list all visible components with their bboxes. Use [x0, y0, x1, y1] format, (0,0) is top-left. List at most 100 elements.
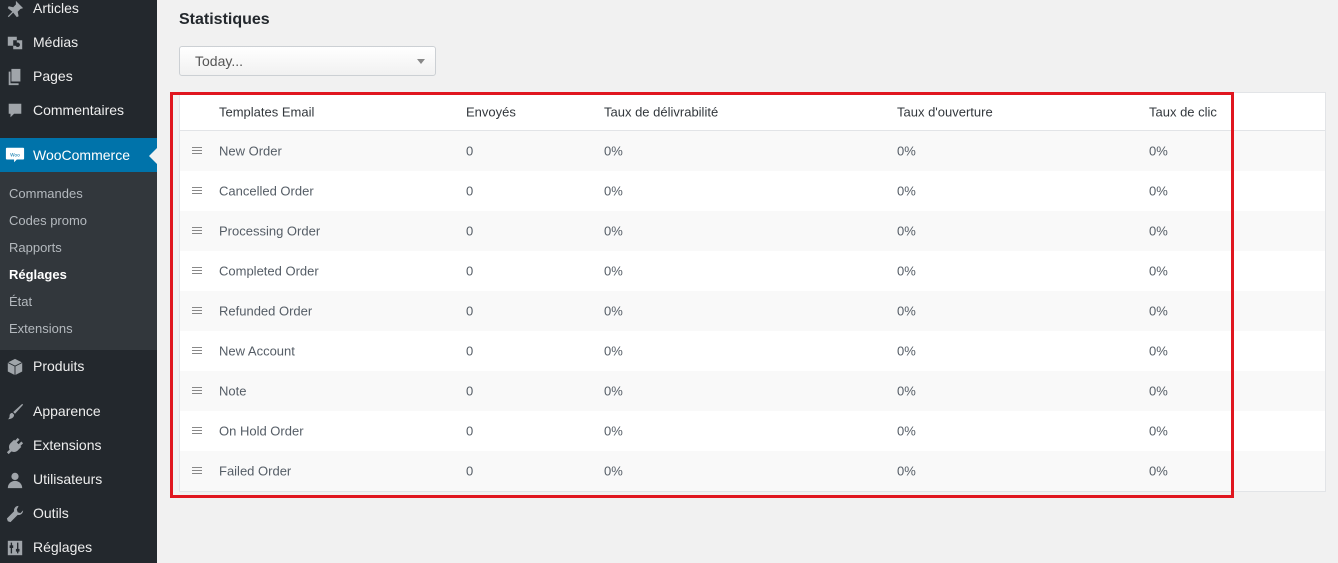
brush-icon [6, 403, 24, 421]
box-icon [6, 358, 24, 376]
header-templates-email: Templates Email [219, 104, 315, 119]
sidebar-item-label: Médias [33, 34, 79, 50]
open-rate: 0% [897, 183, 916, 199]
sidebar-item-medias[interactable]: Médias [0, 34, 157, 52]
template-name: New Account [219, 343, 295, 359]
pages-icon [6, 68, 24, 86]
template-name: New Order [219, 143, 282, 159]
admin-sidebar: Articles Médias Pages Commentaires Woo W… [0, 0, 157, 563]
media-icon [6, 34, 24, 52]
submenu-item-commandes[interactable]: Commandes [9, 186, 83, 201]
template-name: Completed Order [219, 263, 319, 279]
drag-handle-icon[interactable] [192, 147, 202, 155]
delivery-rate: 0% [604, 463, 623, 479]
template-name: Refunded Order [219, 303, 313, 319]
period-select-value: Today... [195, 53, 243, 69]
settings-icon [6, 539, 24, 557]
sidebar-item-outils[interactable]: Outils [0, 505, 157, 523]
open-rate: 0% [897, 423, 916, 439]
drag-handle-icon[interactable] [192, 467, 202, 475]
sidebar-item-label: Apparence [33, 403, 101, 419]
submenu-item-extensions[interactable]: Extensions [9, 321, 73, 336]
table-row: Cancelled Order 0 0% 0% 0% [180, 171, 1325, 211]
delivery-rate: 0% [604, 423, 623, 439]
drag-handle-icon[interactable] [192, 427, 202, 435]
template-name: Note [219, 383, 247, 399]
header-taux-ouverture: Taux d'ouverture [897, 104, 993, 119]
page-title: Statistiques [179, 11, 270, 28]
comment-icon [6, 102, 24, 120]
drag-handle-icon[interactable] [192, 347, 202, 355]
sidebar-item-articles[interactable]: Articles [0, 0, 157, 18]
submenu-item-rapports[interactable]: Rapports [9, 240, 62, 255]
click-rate: 0% [1149, 263, 1168, 279]
sidebar-item-label: Produits [33, 358, 85, 374]
header-envoyes: Envoyés [466, 104, 516, 119]
sidebar-item-reglages[interactable]: Réglages [0, 539, 157, 557]
user-icon [6, 471, 24, 489]
drag-handle-icon[interactable] [192, 267, 202, 275]
click-rate: 0% [1149, 183, 1168, 199]
header-taux-clic: Taux de clic [1149, 104, 1217, 119]
drag-handle-icon[interactable] [192, 187, 202, 195]
sidebar-item-label: Pages [33, 68, 73, 84]
sent-count: 0 [466, 423, 474, 439]
sidebar-item-label: Outils [33, 505, 69, 521]
woo-badge-text: Woo [10, 152, 20, 158]
sidebar-item-pages[interactable]: Pages [0, 68, 157, 86]
delivery-rate: 0% [604, 383, 623, 399]
sidebar-item-label: Commentaires [33, 102, 125, 118]
click-rate: 0% [1149, 143, 1168, 159]
sidebar-item-label: Utilisateurs [33, 471, 103, 487]
delivery-rate: 0% [604, 183, 623, 199]
table-row: On Hold Order 0 0% 0% 0% [180, 411, 1325, 451]
open-rate: 0% [897, 223, 916, 239]
sidebar-item-label: Réglages [33, 539, 93, 555]
sidebar-item-woocommerce[interactable]: Woo WooCommerce [0, 138, 157, 172]
open-rate: 0% [897, 263, 916, 279]
sidebar-item-apparence[interactable]: Apparence [0, 403, 157, 421]
sidebar-item-label: WooCommerce [33, 147, 130, 163]
table-header-row: Templates Email Envoyés Taux de délivrab… [180, 93, 1325, 131]
sent-count: 0 [466, 383, 474, 399]
delivery-rate: 0% [604, 263, 623, 279]
click-rate: 0% [1149, 223, 1168, 239]
template-name: Processing Order [219, 223, 321, 239]
delivery-rate: 0% [604, 303, 623, 319]
submenu-item-codes-promo[interactable]: Codes promo [9, 213, 87, 228]
drag-handle-icon[interactable] [192, 387, 202, 395]
header-taux-delivrabilite: Taux de délivrabilité [604, 104, 719, 119]
email-stats-table: Templates Email Envoyés Taux de délivrab… [179, 92, 1326, 492]
sidebar-item-utilisateurs[interactable]: Utilisateurs [0, 471, 157, 489]
template-name: Failed Order [219, 463, 292, 479]
sent-count: 0 [466, 183, 474, 199]
sidebar-item-produits[interactable]: Produits [0, 358, 157, 376]
click-rate: 0% [1149, 463, 1168, 479]
table-row: Note 0 0% 0% 0% [180, 371, 1325, 411]
plugin-icon [6, 437, 24, 455]
pin-icon [6, 0, 24, 18]
drag-handle-icon[interactable] [192, 307, 202, 315]
sidebar-item-commentaires[interactable]: Commentaires [0, 102, 157, 120]
sent-count: 0 [466, 463, 474, 479]
drag-handle-icon[interactable] [192, 227, 202, 235]
sidebar-item-label: Articles [33, 0, 79, 16]
chevron-down-icon [417, 59, 425, 64]
table-row: Completed Order 0 0% 0% 0% [180, 251, 1325, 291]
table-row: New Account 0 0% 0% 0% [180, 331, 1325, 371]
open-rate: 0% [897, 383, 916, 399]
woocommerce-icon: Woo [5, 146, 25, 164]
sent-count: 0 [466, 303, 474, 319]
sent-count: 0 [466, 263, 474, 279]
period-select[interactable]: Today... [179, 46, 436, 76]
delivery-rate: 0% [604, 343, 623, 359]
submenu-item-etat[interactable]: État [9, 294, 32, 309]
sidebar-item-extensions[interactable]: Extensions [0, 437, 157, 455]
template-name: On Hold Order [219, 423, 304, 439]
sidebar-item-label: Extensions [33, 437, 102, 453]
click-rate: 0% [1149, 423, 1168, 439]
template-name: Cancelled Order [219, 183, 314, 199]
open-rate: 0% [897, 303, 916, 319]
submenu-item-reglages[interactable]: Réglages [9, 267, 67, 282]
open-rate: 0% [897, 463, 916, 479]
